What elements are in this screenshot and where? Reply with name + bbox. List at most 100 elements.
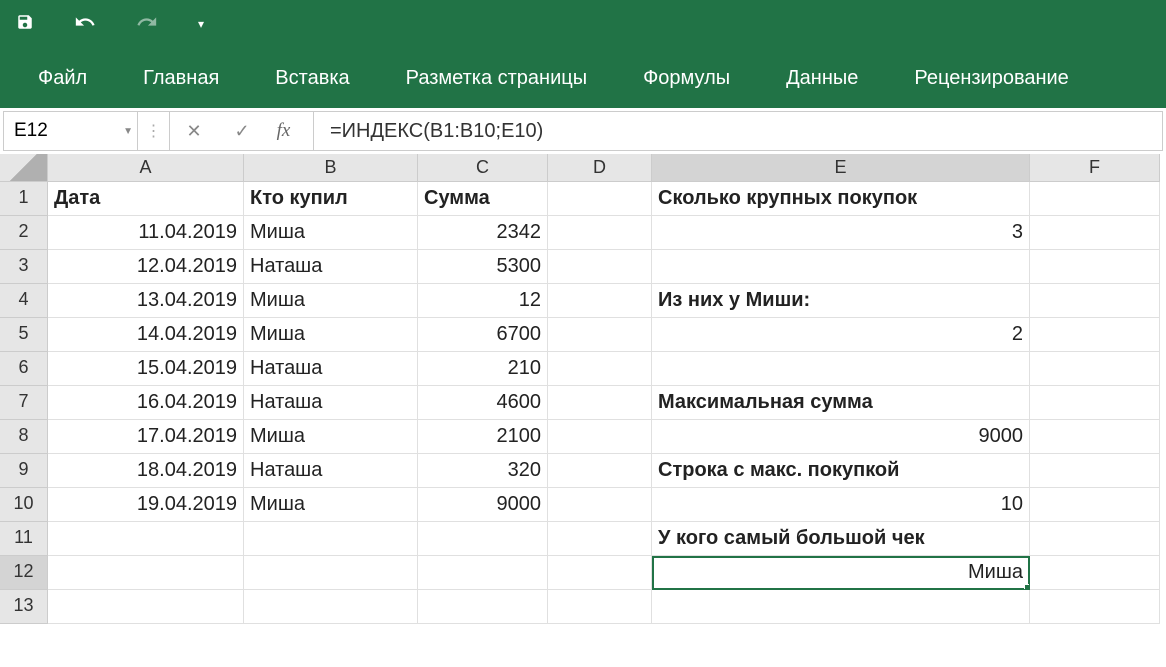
col-header-e[interactable]: E — [652, 154, 1030, 182]
cell-d8[interactable] — [548, 420, 652, 454]
tab-insert[interactable]: Вставка — [247, 53, 377, 104]
cell-a5[interactable]: 14.04.2019 — [48, 318, 244, 352]
cell-e2[interactable]: 3 — [652, 216, 1030, 250]
cell-b1[interactable]: Кто купил — [244, 182, 418, 216]
cell-c11[interactable] — [418, 522, 548, 556]
cell-e3[interactable] — [652, 250, 1030, 284]
row-header-4[interactable]: 4 — [0, 284, 48, 318]
tab-file[interactable]: Файл — [10, 53, 115, 104]
cell-d7[interactable] — [548, 386, 652, 420]
cell-f12[interactable] — [1030, 556, 1160, 590]
row-header-13[interactable]: 13 — [0, 590, 48, 624]
cell-c6[interactable]: 210 — [418, 352, 548, 386]
cell-c4[interactable]: 12 — [418, 284, 548, 318]
cell-f3[interactable] — [1030, 250, 1160, 284]
cancel-icon[interactable]: ✕ — [170, 112, 218, 150]
row-header-12[interactable]: 12 — [0, 556, 48, 590]
cell-c5[interactable]: 6700 — [418, 318, 548, 352]
cell-c2[interactable]: 2342 — [418, 216, 548, 250]
cell-e7[interactable]: Максимальная сумма — [652, 386, 1030, 420]
row-header-6[interactable]: 6 — [0, 352, 48, 386]
cell-b3[interactable]: Наташа — [244, 250, 418, 284]
cell-b9[interactable]: Наташа — [244, 454, 418, 488]
cell-a2[interactable]: 11.04.2019 — [48, 216, 244, 250]
cell-b7[interactable]: Наташа — [244, 386, 418, 420]
cell-c7[interactable]: 4600 — [418, 386, 548, 420]
cell-e6[interactable] — [652, 352, 1030, 386]
cell-e9[interactable]: Строка с макс. покупкой — [652, 454, 1030, 488]
cell-d5[interactable] — [548, 318, 652, 352]
row-header-1[interactable]: 1 — [0, 182, 48, 216]
tab-page-layout[interactable]: Разметка страницы — [378, 53, 615, 104]
cell-f6[interactable] — [1030, 352, 1160, 386]
cell-d11[interactable] — [548, 522, 652, 556]
row-header-3[interactable]: 3 — [0, 250, 48, 284]
cell-a12[interactable] — [48, 556, 244, 590]
cell-e13[interactable] — [652, 590, 1030, 624]
cell-d2[interactable] — [548, 216, 652, 250]
cell-b13[interactable] — [244, 590, 418, 624]
cell-a6[interactable]: 15.04.2019 — [48, 352, 244, 386]
select-all-corner[interactable] — [0, 154, 48, 182]
cell-c10[interactable]: 9000 — [418, 488, 548, 522]
cell-a11[interactable] — [48, 522, 244, 556]
cell-a4[interactable]: 13.04.2019 — [48, 284, 244, 318]
cell-f2[interactable] — [1030, 216, 1160, 250]
confirm-icon[interactable]: ✓ — [218, 112, 266, 150]
col-header-c[interactable]: C — [418, 154, 548, 182]
save-icon[interactable] — [16, 13, 34, 36]
cell-f13[interactable] — [1030, 590, 1160, 624]
cell-f8[interactable] — [1030, 420, 1160, 454]
cell-f9[interactable] — [1030, 454, 1160, 488]
cell-a7[interactable]: 16.04.2019 — [48, 386, 244, 420]
cell-a1[interactable]: Дата — [48, 182, 244, 216]
cell-d9[interactable] — [548, 454, 652, 488]
cell-e10[interactable]: 10 — [652, 488, 1030, 522]
tab-home[interactable]: Главная — [115, 53, 247, 104]
row-header-9[interactable]: 9 — [0, 454, 48, 488]
tab-review[interactable]: Рецензирование — [886, 53, 1096, 104]
row-header-5[interactable]: 5 — [0, 318, 48, 352]
cell-a3[interactable]: 12.04.2019 — [48, 250, 244, 284]
cell-f4[interactable] — [1030, 284, 1160, 318]
cell-d4[interactable] — [548, 284, 652, 318]
col-header-d[interactable]: D — [548, 154, 652, 182]
cell-c8[interactable]: 2100 — [418, 420, 548, 454]
redo-icon[interactable] — [136, 11, 158, 38]
cell-d12[interactable] — [548, 556, 652, 590]
cell-d10[interactable] — [548, 488, 652, 522]
cell-b4[interactable]: Миша — [244, 284, 418, 318]
cell-b12[interactable] — [244, 556, 418, 590]
cell-e5[interactable]: 2 — [652, 318, 1030, 352]
cell-f10[interactable] — [1030, 488, 1160, 522]
col-header-a[interactable]: A — [48, 154, 244, 182]
formula-bar-resize-icon[interactable]: ⋮ — [138, 112, 170, 150]
tab-formulas[interactable]: Формулы — [615, 53, 758, 104]
cell-f1[interactable] — [1030, 182, 1160, 216]
row-header-8[interactable]: 8 — [0, 420, 48, 454]
row-header-10[interactable]: 10 — [0, 488, 48, 522]
cell-f5[interactable] — [1030, 318, 1160, 352]
cell-e8[interactable]: 9000 — [652, 420, 1030, 454]
name-box[interactable]: E12 ▼ — [4, 112, 138, 150]
cell-f11[interactable] — [1030, 522, 1160, 556]
cell-e12[interactable]: Миша — [652, 556, 1030, 590]
fx-icon[interactable]: fx — [266, 112, 314, 150]
row-header-2[interactable]: 2 — [0, 216, 48, 250]
cell-e4[interactable]: Из них у Миши: — [652, 284, 1030, 318]
row-header-7[interactable]: 7 — [0, 386, 48, 420]
cell-c13[interactable] — [418, 590, 548, 624]
tab-data[interactable]: Данные — [758, 53, 886, 104]
cell-b6[interactable]: Наташа — [244, 352, 418, 386]
cell-e1[interactable]: Сколько крупных покупок — [652, 182, 1030, 216]
cell-b5[interactable]: Миша — [244, 318, 418, 352]
row-header-11[interactable]: 11 — [0, 522, 48, 556]
cell-c9[interactable]: 320 — [418, 454, 548, 488]
cell-b11[interactable] — [244, 522, 418, 556]
cell-b2[interactable]: Миша — [244, 216, 418, 250]
cell-a8[interactable]: 17.04.2019 — [48, 420, 244, 454]
formula-input[interactable]: =ИНДЕКС(B1:B10;E10) — [314, 116, 1162, 147]
cell-c1[interactable]: Сумма — [418, 182, 548, 216]
cell-d3[interactable] — [548, 250, 652, 284]
cell-f7[interactable] — [1030, 386, 1160, 420]
